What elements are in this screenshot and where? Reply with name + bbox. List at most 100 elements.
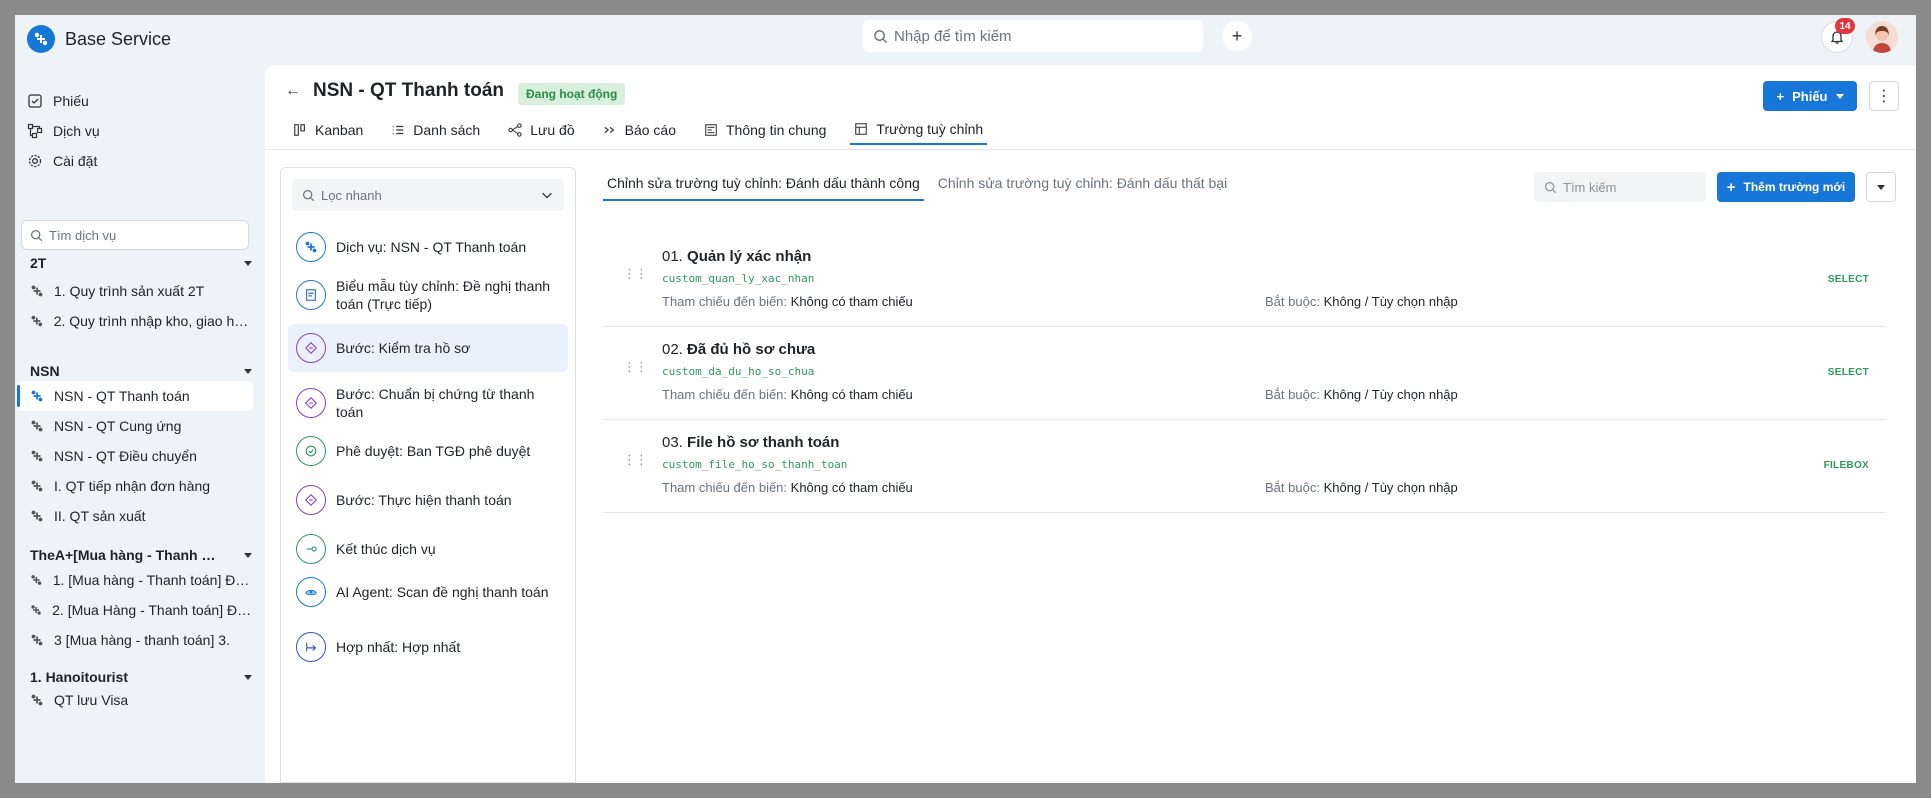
global-search-input[interactable]: Nhập để tìm kiếm (863, 20, 1203, 52)
service-item-active[interactable]: NSN - QT Thanh toán (17, 381, 253, 411)
drag-handle-icon[interactable]: ⋮⋮ (623, 359, 648, 375)
reference-label: Tham chiếu đến biến: (662, 294, 788, 309)
field-search-input[interactable]: Tìm kiếm (1534, 172, 1706, 202)
step-label: Bước: Chuẩn bị chứng từ thanh toán (336, 386, 535, 420)
custom-field-icon (855, 123, 868, 135)
tab-label: Kanban (315, 122, 364, 138)
create-plus-button[interactable]: + (1222, 21, 1252, 51)
field-key: custom_quan_ly_xac_nhan (662, 272, 815, 285)
field-name: Đã đủ hồ sơ chưa (687, 341, 816, 358)
service-search-input[interactable]: Tìm dịch vụ (21, 220, 249, 250)
sidebar-nav-services[interactable]: Dịch vụ (27, 116, 100, 146)
service-icon (31, 480, 43, 492)
group-name: 2T (30, 255, 47, 271)
app-window: Base Service Nhập để tìm kiếm + 14 Phiếu… (15, 15, 1916, 783)
subtab-success[interactable]: Chỉnh sửa trường tuỳ chỉnh: Đánh dấu thà… (603, 167, 924, 201)
add-field-button[interactable]: + Thêm trường mới (1717, 172, 1855, 202)
field-title: 02. Đã đủ hồ sơ chưa (662, 341, 815, 358)
new-ticket-button[interactable]: + Phiếu (1763, 81, 1857, 111)
service-item[interactable]: I. QT tiếp nhận đơn hàng (17, 471, 253, 501)
brand[interactable]: Base Service (27, 25, 171, 53)
custom-field-row[interactable]: ⋮⋮ 01. Quản lý xác nhận custom_quan_ly_x… (603, 234, 1886, 327)
field-key: custom_file_ho_so_thanh_toan (662, 458, 848, 471)
plus-icon: + (1776, 88, 1785, 104)
add-field-label: Thêm trường mới (1743, 180, 1846, 194)
service-icon (31, 510, 43, 522)
back-arrow-icon[interactable]: ← (285, 82, 301, 100)
service-item[interactable]: II. QT sản xuất (17, 501, 253, 531)
service-item[interactable]: QT lưu Visa (17, 685, 253, 715)
required-label: Bắt buộc: (1265, 480, 1320, 495)
field-number: 02. (662, 341, 683, 358)
field-title: 01. Quản lý xác nhận (662, 248, 811, 265)
status-badge: Đang hoạt động (518, 83, 626, 105)
drag-handle-icon[interactable]: ⋮⋮ (623, 452, 648, 468)
step-form[interactable]: Biểu mẫu tùy chỉnh: Đề nghị thanh toán (… (288, 271, 568, 319)
step-ai-agent[interactable]: AI Agent: Scan đề nghị thanh toán (288, 571, 568, 613)
custom-field-row[interactable]: ⋮⋮ 03. File hồ sơ thanh toán custom_file… (603, 420, 1886, 513)
step-label: Phê duyệt: Ban TGĐ phê duyệt (336, 443, 531, 459)
service-item[interactable]: NSN - QT Điều chuyển (17, 441, 253, 471)
service-icon (31, 605, 41, 615)
group-name: TheA+[Mua hàng - Thanh Toán] (30, 547, 220, 563)
field-reference: Tham chiếu đến biến: Không có tham chiếu (662, 387, 913, 402)
service-group-header[interactable]: NSN (30, 363, 252, 379)
step-label: Bước: Thực hiện thanh toán (336, 492, 512, 508)
service-item-label: NSN - QT Cung ứng (54, 418, 182, 434)
step-merge[interactable]: Hợp nhất: Hợp nhất (288, 626, 568, 668)
tab-label: Trường tuỳ chỉnh (876, 121, 984, 137)
tab-general-info[interactable]: Thông tin chung (700, 115, 830, 145)
reference-value: Không có tham chiếu (790, 387, 913, 402)
tab-label: Danh sách (413, 122, 481, 138)
quick-filter-select[interactable]: Lọc nhanh (292, 179, 564, 211)
field-search-placeholder: Tìm kiếm (1563, 179, 1617, 195)
service-group-header[interactable]: 2T (30, 255, 252, 271)
service-icon (31, 420, 43, 432)
service-item[interactable]: 2. Quy trình nhập kho, giao hàng (17, 306, 253, 336)
tab-report[interactable]: Báo cáo (599, 115, 680, 145)
service-item-label: QT lưu Visa (54, 692, 129, 708)
service-item[interactable]: NSN - QT Cung ứng (17, 411, 253, 441)
add-field-dropdown-button[interactable] (1866, 172, 1896, 202)
field-number: 01. (662, 248, 683, 265)
notification-count-badge: 14 (1835, 18, 1855, 34)
reference-label: Tham chiếu đến biến: (662, 387, 788, 402)
step-approval[interactable]: Phê duyệt: Ban TGĐ phê duyệt (288, 430, 568, 472)
more-options-button[interactable]: ⋮ (1869, 81, 1899, 111)
sidebar-nav-settings[interactable]: Cài đặt (27, 146, 97, 176)
service-item[interactable]: 1. [Mua hàng - Thanh toán] Đề nghị (17, 565, 253, 595)
service-group-header[interactable]: 1. Hanoitourist (30, 669, 252, 685)
tab-flowchart[interactable]: Lưu đồ (504, 115, 578, 145)
step-service[interactable]: Dịch vụ: NSN - QT Thanh toán (288, 226, 568, 268)
step-label: Biểu mẫu tùy chỉnh: Đề nghị thanh toán (… (336, 278, 551, 312)
drag-handle-icon[interactable]: ⋮⋮ (623, 266, 648, 282)
caret-down-icon (244, 260, 252, 266)
tab-custom-fields[interactable]: Trường tuỳ chỉnh (850, 115, 988, 145)
step-end[interactable]: Kết thúc dịch vụ (288, 528, 568, 570)
tab-list[interactable]: Danh sách (387, 115, 484, 145)
step-prepare-documents[interactable]: Bước: Chuẩn bị chứng từ thanh toán (288, 379, 568, 427)
sidebar-nav-tickets[interactable]: Phiếu (27, 86, 89, 116)
user-avatar[interactable] (1866, 21, 1898, 53)
custom-field-row[interactable]: ⋮⋮ 02. Đã đủ hồ sơ chưa custom_da_du_ho_… (603, 327, 1886, 420)
plus-icon: + (1726, 178, 1736, 196)
app-name: Base Service (65, 28, 172, 49)
field-type: SELECT (1827, 274, 1869, 285)
tab-kanban[interactable]: Kanban (289, 115, 367, 145)
field-reference: Tham chiếu đến biến: Không có tham chiếu (662, 294, 913, 309)
view-tabs: Kanban Danh sách Lưu đồ Báo cáo Thông ti… (289, 115, 988, 145)
service-item[interactable]: 3 [Mua hàng - thanh toán] 3. (17, 625, 253, 655)
service-group-header[interactable]: TheA+[Mua hàng - Thanh Toán] (30, 547, 252, 563)
step-label: AI Agent: Scan đề nghị thanh toán (336, 584, 549, 600)
subtab-failure[interactable]: Chỉnh sửa trường tuỳ chỉnh: Đánh dấu thấ… (934, 167, 1231, 201)
steps-panel: Lọc nhanh Dịch vụ: NSN - QT Thanh toán B… (280, 167, 576, 783)
step-payment[interactable]: Bước: Thực hiện thanh toán (288, 479, 568, 521)
page-title: NSN - QT Thanh toán (313, 80, 505, 101)
service-item[interactable]: 1. Quy trình sản xuất 2T (17, 276, 253, 306)
required-label: Bắt buộc: (1265, 387, 1320, 402)
search-icon (31, 229, 43, 241)
gear-icon (28, 154, 42, 168)
sidebar-nav-label: Phiếu (53, 93, 89, 109)
step-check-documents[interactable]: Bước: Kiểm tra hồ sơ (288, 324, 568, 372)
service-item[interactable]: 2. [Mua Hàng - Thanh toán] Đặt hàng (17, 595, 253, 625)
